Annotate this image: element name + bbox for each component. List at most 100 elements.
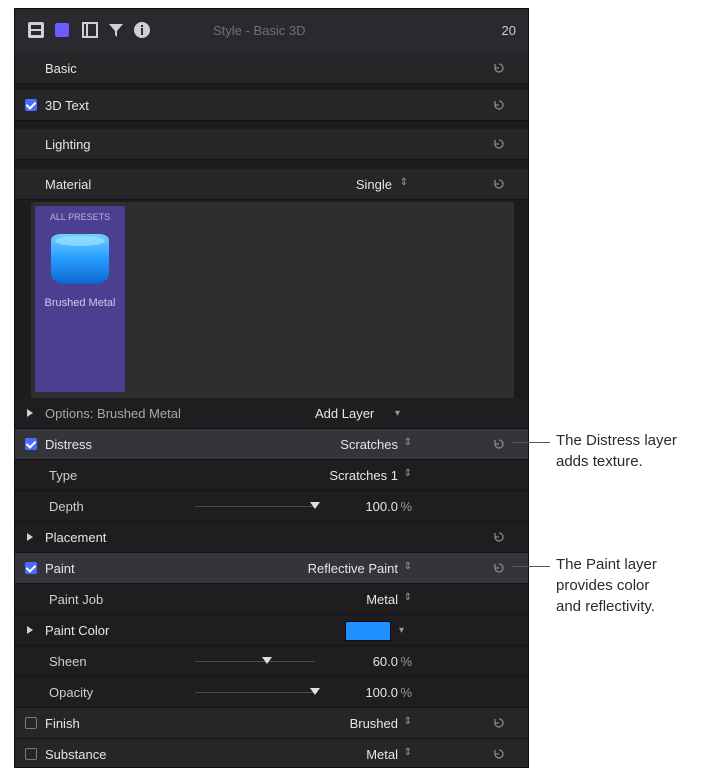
reset-icon[interactable] — [492, 437, 506, 451]
updown-arrow-icon[interactable]: ⇕ — [404, 468, 412, 479]
lighting-row[interactable]: Lighting — [15, 129, 528, 160]
depth-value[interactable]: 100.0 — [365, 499, 398, 514]
paint-job-row[interactable]: Paint Job Metal ⇕ — [15, 584, 528, 615]
updown-arrow-icon[interactable]: ⇕ — [400, 177, 408, 188]
paint-annotation: The Paint layer provides color and refle… — [556, 554, 657, 617]
sheen-value[interactable]: 60.0 — [373, 654, 398, 669]
material-label: Material — [45, 177, 92, 192]
disclosure-triangle-icon[interactable] — [27, 533, 33, 541]
text3d-checkbox[interactable] — [25, 99, 37, 111]
inspector-panel: Style - Basic 3D 20 Basic 3D Text Lighti… — [14, 8, 529, 768]
distress-annotation: The Distress layer adds texture. — [556, 430, 677, 472]
inspector-header: Style - Basic 3D 20 — [15, 9, 528, 54]
depth-row[interactable]: Depth 100.0 % — [15, 491, 528, 522]
filter-icon[interactable] — [107, 21, 125, 39]
paint-checkbox[interactable] — [25, 562, 37, 574]
info-icon[interactable] — [133, 21, 151, 39]
paint-job-value[interactable]: Metal — [366, 592, 398, 607]
reset-icon[interactable] — [492, 747, 506, 761]
type-label: Type — [49, 468, 78, 483]
paint-row[interactable]: Paint Reflective Paint ⇕ — [15, 553, 528, 584]
paint-label: Paint — [45, 561, 75, 576]
disclosure-triangle-icon[interactable] — [27, 626, 33, 634]
updown-arrow-icon[interactable]: ⇕ — [404, 747, 412, 758]
placement-row[interactable]: Placement — [15, 522, 528, 553]
presets-caption: ALL PRESETS — [49, 212, 111, 222]
depth-slider-track[interactable] — [195, 506, 315, 507]
text3d-label: 3D Text — [45, 98, 89, 113]
annotation-line: and reflectivity. — [556, 598, 655, 615]
paint-job-label: Paint Job — [49, 592, 104, 607]
distress-row[interactable]: Distress Scratches ⇕ — [15, 429, 528, 460]
paint-color-row[interactable]: Paint Color ▾ — [15, 615, 528, 646]
opacity-value[interactable]: 100.0 — [365, 685, 398, 700]
paint-color-label: Paint Color — [45, 623, 110, 638]
annotation-line: adds texture. — [556, 453, 643, 470]
distress-checkbox[interactable] — [25, 438, 37, 450]
disclosure-triangle-icon[interactable] — [27, 409, 33, 417]
substance-row[interactable]: Substance Metal ⇕ — [15, 739, 528, 767]
reset-icon[interactable] — [492, 137, 506, 151]
lighting-label: Lighting — [45, 137, 91, 152]
sheen-row[interactable]: Sheen 60.0 % — [15, 646, 528, 677]
updown-arrow-icon[interactable]: ⇕ — [404, 592, 412, 603]
distress-label: Distress — [45, 437, 92, 452]
options-label: Options: Brushed Metal — [45, 406, 181, 421]
finish-checkbox[interactable] — [25, 717, 37, 729]
percent-unit: % — [400, 685, 412, 700]
type-value[interactable]: Scratches 1 — [329, 468, 398, 483]
substance-value[interactable]: Metal — [366, 747, 398, 762]
material-row[interactable]: Material Single ⇕ — [15, 169, 528, 200]
paint-color-well[interactable] — [345, 621, 391, 641]
annotation-line: The Paint layer — [556, 556, 657, 573]
percent-unit: % — [400, 654, 412, 669]
basic-label: Basic — [45, 61, 77, 76]
material-preset-swatch[interactable]: ALL PRESETS Brushed Metal — [35, 206, 125, 392]
brushed-metal-preview — [51, 234, 109, 284]
filmstrip-icon[interactable] — [81, 21, 99, 39]
updown-arrow-icon[interactable]: ⇕ — [404, 437, 412, 448]
annotation-line: The Distress layer — [556, 432, 677, 449]
distress-value[interactable]: Scratches — [340, 437, 398, 452]
finish-value[interactable]: Brushed — [350, 716, 398, 731]
finish-label: Finish — [45, 716, 80, 731]
updown-arrow-icon[interactable]: ⇕ — [404, 561, 412, 572]
add-layer-button[interactable]: Add Layer — [315, 406, 374, 421]
finish-row[interactable]: Finish Brushed ⇕ — [15, 708, 528, 739]
depth-label: Depth — [49, 499, 84, 514]
basic-row[interactable]: Basic — [15, 53, 528, 84]
reset-icon[interactable] — [492, 98, 506, 112]
substance-checkbox[interactable] — [25, 748, 37, 760]
opacity-slider-track[interactable] — [195, 692, 315, 693]
reset-icon[interactable] — [492, 530, 506, 544]
material-value[interactable]: Single — [356, 177, 392, 192]
reset-icon[interactable] — [492, 561, 506, 575]
chevron-down-icon[interactable]: ▾ — [399, 625, 404, 636]
paint-leader-line — [512, 566, 550, 567]
reset-icon[interactable] — [492, 716, 506, 730]
reset-icon[interactable] — [492, 61, 506, 75]
type-row[interactable]: Type Scratches 1 ⇕ — [15, 460, 528, 491]
annotation-line: provides color — [556, 577, 650, 594]
sheen-label: Sheen — [49, 654, 87, 669]
updown-arrow-icon[interactable]: ⇕ — [404, 716, 412, 727]
sheen-slider-knob[interactable] — [262, 657, 272, 664]
inspector-title: Style - Basic 3D — [213, 23, 306, 38]
options-row[interactable]: Options: Brushed Metal Add Layer ▾ — [15, 398, 528, 429]
placement-label: Placement — [45, 530, 107, 545]
opacity-slider-knob[interactable] — [310, 688, 320, 695]
opacity-row[interactable]: Opacity 100.0 % — [15, 677, 528, 708]
header-duration: 20 — [501, 23, 516, 38]
preset-name: Brushed Metal — [44, 297, 116, 309]
text3d-row[interactable]: 3D Text — [15, 90, 528, 121]
video-inspector-icon[interactable] — [27, 21, 45, 39]
paint-value[interactable]: Reflective Paint — [308, 561, 398, 576]
reset-icon[interactable] — [492, 177, 506, 191]
text-inspector-icon[interactable] — [53, 21, 71, 39]
percent-unit: % — [400, 499, 412, 514]
depth-slider-knob[interactable] — [310, 502, 320, 509]
opacity-label: Opacity — [49, 685, 94, 700]
sheen-slider-track[interactable] — [195, 661, 315, 662]
distress-leader-line — [512, 442, 550, 443]
chevron-down-icon[interactable]: ▾ — [395, 408, 400, 419]
